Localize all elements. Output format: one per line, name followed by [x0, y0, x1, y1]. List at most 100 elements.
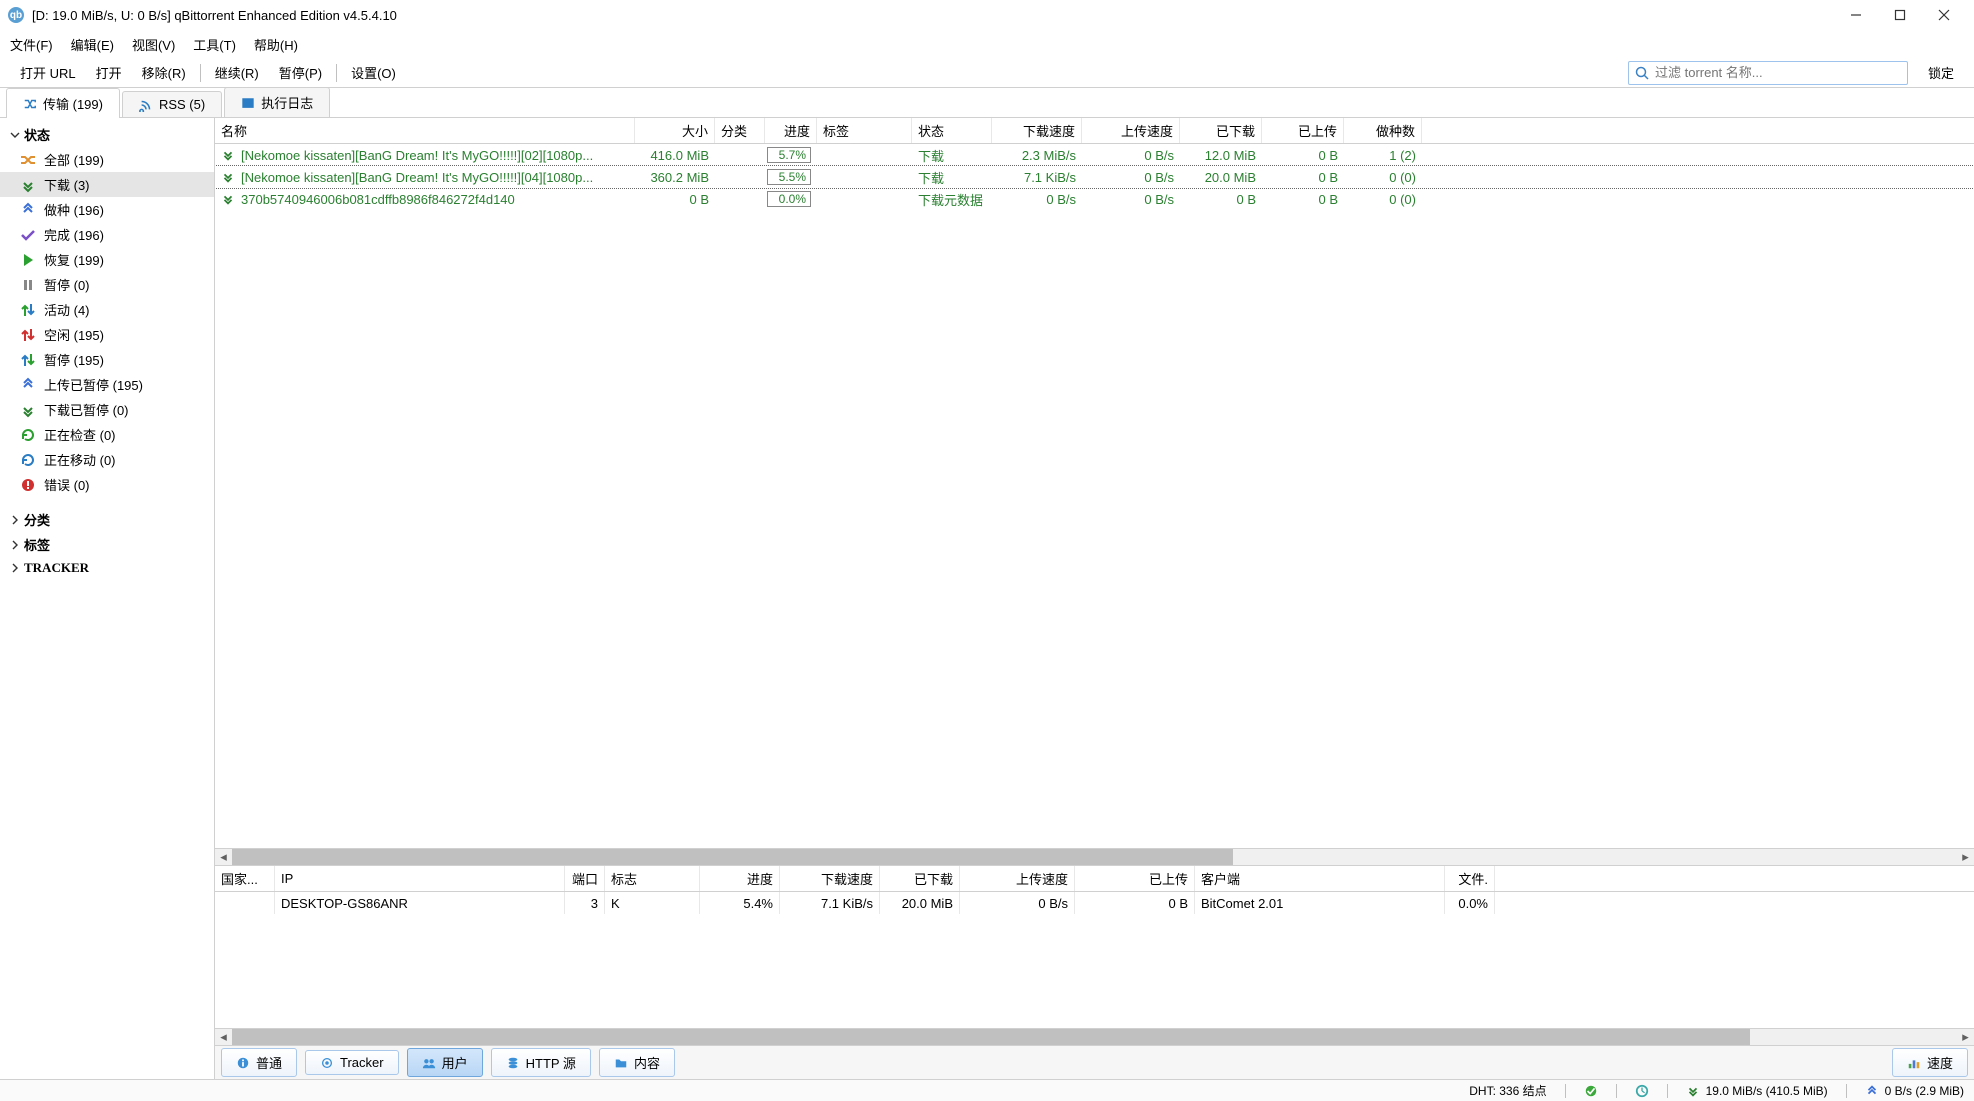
menu-tools[interactable]: 工具(T) — [193, 35, 236, 54]
dtab-general[interactable]: 普通 — [221, 1048, 297, 1077]
column-size[interactable]: 大小 — [635, 118, 715, 143]
scroll-right-icon[interactable]: ▸ — [1957, 1029, 1974, 1046]
sidebar-item-stalled-up[interactable]: 上传已暂停 (195) — [0, 372, 214, 397]
dtab-content[interactable]: 内容 — [599, 1048, 675, 1077]
sidebar-item-label: 恢复 (199) — [44, 250, 104, 269]
minimize-button[interactable] — [1846, 5, 1866, 25]
close-button[interactable] — [1934, 5, 1954, 25]
status-dht[interactable]: DHT: 336 结点 — [1469, 1082, 1546, 1099]
maximize-button[interactable] — [1890, 5, 1910, 25]
download-icon — [221, 148, 235, 162]
dtab-http[interactable]: HTTP 源 — [491, 1048, 591, 1077]
peer-col-client[interactable]: 客户端 — [1195, 866, 1445, 891]
column-down-speed[interactable]: 下载速度 — [992, 118, 1082, 143]
peer-col-file[interactable]: 文件. — [1445, 866, 1495, 891]
peer-col-uspd[interactable]: 上传速度 — [960, 866, 1075, 891]
peers-table-header[interactable]: 国家... IP 端口 标志 进度 下载速度 已下载 上传速度 已上传 客户端 … — [215, 866, 1974, 892]
column-name[interactable]: 名称 — [215, 118, 635, 143]
torrent-hscroll[interactable]: ◂ ▸ — [215, 848, 1974, 865]
column-category[interactable]: 分类 — [715, 118, 765, 143]
sidebar-categories-header[interactable]: 分类 — [0, 507, 214, 532]
toolbar-lock[interactable]: 锁定 — [1918, 63, 1964, 82]
toolbar-settings[interactable]: 设置(O) — [341, 63, 406, 82]
search-input[interactable] — [1655, 65, 1901, 80]
dtab-speed[interactable]: 速度 — [1892, 1048, 1968, 1077]
sidebar-tags-header[interactable]: 标签 — [0, 532, 214, 557]
dtab-tracker[interactable]: Tracker — [305, 1050, 399, 1075]
sidebar-item-all[interactable]: 全部 (199) — [0, 147, 214, 172]
sidebar-item-completed[interactable]: 完成 (196) — [0, 222, 214, 247]
toolbar-open[interactable]: 打开 — [86, 63, 132, 82]
app-icon: qb — [8, 7, 24, 23]
sidebar-item-paused[interactable]: 暂停 (0) — [0, 272, 214, 297]
scroll-right-icon[interactable]: ▸ — [1957, 849, 1974, 866]
sidebar-item-resumed[interactable]: 恢复 (199) — [0, 247, 214, 272]
window-controls — [1846, 5, 1966, 25]
sidebar-tracker-header[interactable]: TRACKER — [0, 557, 214, 579]
menu-edit[interactable]: 编辑(E) — [71, 35, 114, 54]
menu-file[interactable]: 文件(F) — [10, 35, 53, 54]
sidebar-item-moving[interactable]: 正在移动 (0) — [0, 447, 214, 472]
sidebar-status-header[interactable]: 状态 — [0, 122, 214, 147]
status-alt-speed-icon[interactable] — [1635, 1084, 1649, 1098]
torrent-row[interactable]: [Nekomoe kissaten][BanG Dream! It's MyGO… — [215, 166, 1974, 188]
upload-icon — [20, 202, 36, 218]
tab-log[interactable]: 执行日志 — [224, 87, 330, 117]
peer-col-flags[interactable]: 标志 — [605, 866, 700, 891]
idle-icon — [20, 327, 36, 343]
sidebar-item-active[interactable]: 活动 (4) — [0, 297, 214, 322]
torrent-row[interactable]: [Nekomoe kissaten][BanG Dream! It's MyGO… — [215, 144, 1974, 166]
torrent-table[interactable]: 名称 大小 分类 进度 标签 状态 下载速度 上传速度 已下载 已上传 做种数 … — [215, 118, 1974, 848]
sidebar-item-inactive[interactable]: 空闲 (195) — [0, 322, 214, 347]
sidebar-item-downloading[interactable]: 下载 (3) — [0, 172, 214, 197]
toolbar-remove[interactable]: 移除(R) — [132, 63, 196, 82]
sidebar-item-checking[interactable]: 正在检查 (0) — [0, 422, 214, 447]
sidebar-item-seeding[interactable]: 做种 (196) — [0, 197, 214, 222]
play-icon — [20, 252, 36, 268]
peer-col-dl[interactable]: 已下载 — [880, 866, 960, 891]
column-uploaded[interactable]: 已上传 — [1262, 118, 1344, 143]
torrent-table-header[interactable]: 名称 大小 分类 进度 标签 状态 下载速度 上传速度 已下载 已上传 做种数 — [215, 118, 1974, 144]
menu-view[interactable]: 视图(V) — [132, 35, 175, 54]
dtab-peers[interactable]: 用户 — [407, 1048, 483, 1077]
peer-col-dspd[interactable]: 下载速度 — [780, 866, 880, 891]
column-up-speed[interactable]: 上传速度 — [1082, 118, 1180, 143]
search-box[interactable] — [1628, 61, 1908, 85]
search-icon — [1635, 66, 1649, 80]
sidebar-item-stalled[interactable]: 暂停 (195) — [0, 347, 214, 372]
sidebar-item-label: 正在检查 (0) — [44, 425, 116, 444]
toolbar-open-url[interactable]: 打开 URL — [10, 63, 86, 82]
tab-rss[interactable]: RSS (5) — [122, 91, 222, 117]
column-status[interactable]: 状态 — [912, 118, 992, 143]
tab-label: 执行日志 — [261, 93, 313, 112]
torrent-row[interactable]: 370b5740946006b081cdffb8986f846272f4d140… — [215, 188, 1974, 210]
download-icon — [221, 192, 235, 206]
scroll-left-icon[interactable]: ◂ — [215, 1029, 232, 1046]
column-downloaded[interactable]: 已下载 — [1180, 118, 1262, 143]
peer-col-port[interactable]: 端口 — [565, 866, 605, 891]
column-seeds[interactable]: 做种数 — [1344, 118, 1422, 143]
peer-row[interactable]: DESKTOP-GS86ANR3K5.4%7.1 KiB/s20.0 MiB0 … — [215, 892, 1974, 914]
download-icon — [20, 177, 36, 193]
peer-col-progress[interactable]: 进度 — [700, 866, 780, 891]
peer-col-ul[interactable]: 已上传 — [1075, 866, 1195, 891]
peer-col-ip[interactable]: IP — [275, 866, 565, 891]
sidebar-item-errored[interactable]: 错误 (0) — [0, 472, 214, 497]
status-down-speed[interactable]: 19.0 MiB/s (410.5 MiB) — [1686, 1084, 1828, 1098]
toolbar-pause[interactable]: 暂停(P) — [269, 63, 332, 82]
content-area: 名称 大小 分类 进度 标签 状态 下载速度 上传速度 已下载 已上传 做种数 … — [215, 118, 1974, 1079]
toolbar-resume[interactable]: 继续(R) — [205, 63, 269, 82]
scroll-left-icon[interactable]: ◂ — [215, 849, 232, 866]
peers-table[interactable]: 国家... IP 端口 标志 进度 下载速度 已下载 上传速度 已上传 客户端 … — [215, 866, 1974, 1028]
column-tags[interactable]: 标签 — [817, 118, 912, 143]
status-connection-icon[interactable] — [1584, 1084, 1598, 1098]
tab-transfers[interactable]: 传输 (199) — [6, 88, 120, 118]
sidebar-item-stalled-down[interactable]: 下载已暂停 (0) — [0, 397, 214, 422]
sidebar-item-label: 暂停 (0) — [44, 275, 90, 294]
menu-help[interactable]: 帮助(H) — [254, 35, 298, 54]
peer-col-country[interactable]: 国家... — [215, 866, 275, 891]
status-up-speed[interactable]: 0 B/s (2.9 MiB) — [1865, 1084, 1964, 1098]
sidebar-item-label: 上传已暂停 (195) — [44, 375, 143, 394]
column-progress[interactable]: 进度 — [765, 118, 817, 143]
peers-hscroll[interactable]: ◂ ▸ — [215, 1028, 1974, 1045]
